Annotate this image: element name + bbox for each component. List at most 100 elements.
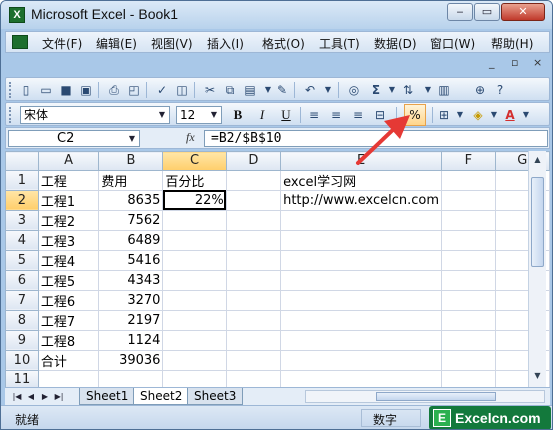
row-header[interactable]: 1	[5, 169, 39, 191]
fill-dropdown-icon[interactable]: ▼	[486, 107, 502, 123]
cell-e10[interactable]	[280, 349, 443, 371]
cell-a1[interactable]: 工程	[37, 169, 100, 191]
cell-b9[interactable]: 1124	[98, 329, 164, 351]
underline-button[interactable]: U	[276, 106, 296, 124]
menu-edit[interactable]: 编辑(E)	[96, 35, 137, 52]
menu-data[interactable]: 数据(D)	[374, 35, 417, 52]
chevron-down-icon[interactable]: ▼	[156, 108, 168, 122]
cell-c8[interactable]	[162, 309, 227, 331]
formula-input[interactable]: =B2/$B$10	[204, 130, 548, 147]
cell-d1[interactable]	[225, 169, 282, 191]
menu-format[interactable]: 格式(O)	[262, 35, 305, 52]
cell-c2[interactable]: 22%	[162, 189, 227, 211]
cell-b5[interactable]: 5416	[98, 249, 164, 271]
first-sheet-icon[interactable]: |◀	[11, 390, 23, 403]
new-icon[interactable]: ▯	[18, 82, 34, 98]
menu-view[interactable]: 视图(V)	[151, 35, 193, 52]
cell-c5[interactable]	[162, 249, 227, 271]
row-header[interactable]: 6	[5, 269, 39, 291]
font-name-select[interactable]: 宋体 ▼	[20, 106, 170, 124]
cell-a3[interactable]: 工程2	[37, 209, 100, 231]
cell-f8[interactable]	[441, 309, 496, 331]
prev-sheet-icon[interactable]: ◀	[25, 390, 37, 403]
bold-button[interactable]: B	[228, 106, 248, 124]
cell-e3[interactable]	[280, 209, 443, 231]
align-center-icon[interactable]: ≡	[328, 107, 344, 123]
menu-window[interactable]: 窗口(W)	[430, 35, 475, 52]
cell-f3[interactable]	[441, 209, 496, 231]
cell-a7[interactable]: 工程6	[37, 289, 100, 311]
cell-b11[interactable]	[98, 369, 164, 387]
cell-b10[interactable]: 39036	[98, 349, 164, 371]
sort-dropdown-icon[interactable]: ▼	[420, 82, 436, 98]
horizontal-scroll-thumb[interactable]	[376, 392, 496, 401]
cell-d7[interactable]	[225, 289, 282, 311]
autosum-icon[interactable]: Σ	[368, 82, 384, 98]
cell-a8[interactable]: 工程7	[37, 309, 100, 331]
chevron-down-icon[interactable]: ▼	[126, 132, 138, 146]
research-icon[interactable]: ◫	[174, 82, 190, 98]
doc-minimize-button[interactable]: _	[489, 56, 495, 69]
italic-button[interactable]: I	[252, 106, 272, 124]
cell-f4[interactable]	[441, 229, 496, 251]
toolbar-grip[interactable]	[9, 82, 12, 98]
insert-function-button[interactable]: fx	[186, 130, 195, 145]
row-header[interactable]: 8	[5, 309, 39, 331]
open-icon[interactable]: ▭	[38, 82, 54, 98]
close-button[interactable]: ✕	[501, 3, 545, 21]
cell-f6[interactable]	[441, 269, 496, 291]
menu-help[interactable]: 帮助(H)	[491, 35, 533, 52]
vertical-scrollbar[interactable]: ▲ ▼	[528, 151, 546, 387]
cell-e11[interactable]	[280, 369, 443, 387]
column-header-b[interactable]: B	[98, 151, 164, 171]
font-color-icon[interactable]: A	[502, 107, 518, 123]
cell-f10[interactable]	[441, 349, 496, 371]
merge-center-icon[interactable]: ⊟	[372, 107, 388, 123]
autosum-dropdown-icon[interactable]: ▼	[384, 82, 400, 98]
print-preview-icon[interactable]: ◰	[126, 82, 142, 98]
cell-c9[interactable]	[162, 329, 227, 351]
column-header-d[interactable]: D	[225, 151, 282, 171]
save-icon[interactable]: ■	[58, 82, 74, 98]
sort-ascending-icon[interactable]: ⇅	[400, 82, 416, 98]
cell-e6[interactable]	[280, 269, 443, 291]
paste-icon[interactable]: ▤	[242, 82, 258, 98]
cell-f5[interactable]	[441, 249, 496, 271]
cell-f9[interactable]	[441, 329, 496, 351]
doc-restore-button[interactable]: ▫	[511, 56, 518, 69]
menu-insert[interactable]: 插入(I)	[207, 35, 244, 52]
chart-icon[interactable]: ▥	[436, 82, 452, 98]
scroll-down-icon[interactable]: ▼	[531, 369, 544, 383]
chevron-down-icon[interactable]: ▼	[208, 108, 220, 122]
borders-icon[interactable]: ⊞	[436, 107, 452, 123]
cell-d2[interactable]	[225, 189, 282, 211]
undo-dropdown-icon[interactable]: ▼	[320, 82, 336, 98]
cell-d6[interactable]	[225, 269, 282, 291]
spelling-icon[interactable]: ✓	[154, 82, 170, 98]
scroll-up-icon[interactable]: ▲	[531, 153, 544, 167]
cut-icon[interactable]: ✂	[202, 82, 218, 98]
zoom-icon[interactable]: ⊕	[472, 82, 488, 98]
worksheet-grid[interactable]: A B C D E F G 1 工程 费用 百分比 excel学习网 2 工程1 8635 22…	[5, 151, 550, 387]
cell-c6[interactable]	[162, 269, 227, 291]
cell-f1[interactable]	[441, 169, 496, 191]
tab-sheet3[interactable]: Sheet3	[187, 388, 244, 405]
undo-icon[interactable]: ↶	[302, 82, 318, 98]
cell-a2[interactable]: 工程1	[37, 189, 100, 211]
column-header-c[interactable]: C	[162, 151, 227, 171]
cell-a5[interactable]: 工程4	[37, 249, 100, 271]
cell-d11[interactable]	[225, 369, 282, 387]
cell-a11[interactable]	[37, 369, 100, 387]
next-sheet-icon[interactable]: ▶	[39, 390, 51, 403]
format-painter-icon[interactable]: ✎	[274, 82, 290, 98]
font-color-dropdown-icon[interactable]: ▼	[518, 107, 534, 123]
row-header[interactable]: 9	[5, 329, 39, 351]
row-header[interactable]: 10	[5, 349, 39, 371]
cell-f7[interactable]	[441, 289, 496, 311]
cell-c7[interactable]	[162, 289, 227, 311]
cell-d9[interactable]	[225, 329, 282, 351]
column-header-f[interactable]: F	[441, 151, 496, 171]
tab-sheet2[interactable]: Sheet2	[133, 388, 190, 405]
cell-c3[interactable]	[162, 209, 227, 231]
minimize-button[interactable]: ‒	[447, 3, 473, 21]
